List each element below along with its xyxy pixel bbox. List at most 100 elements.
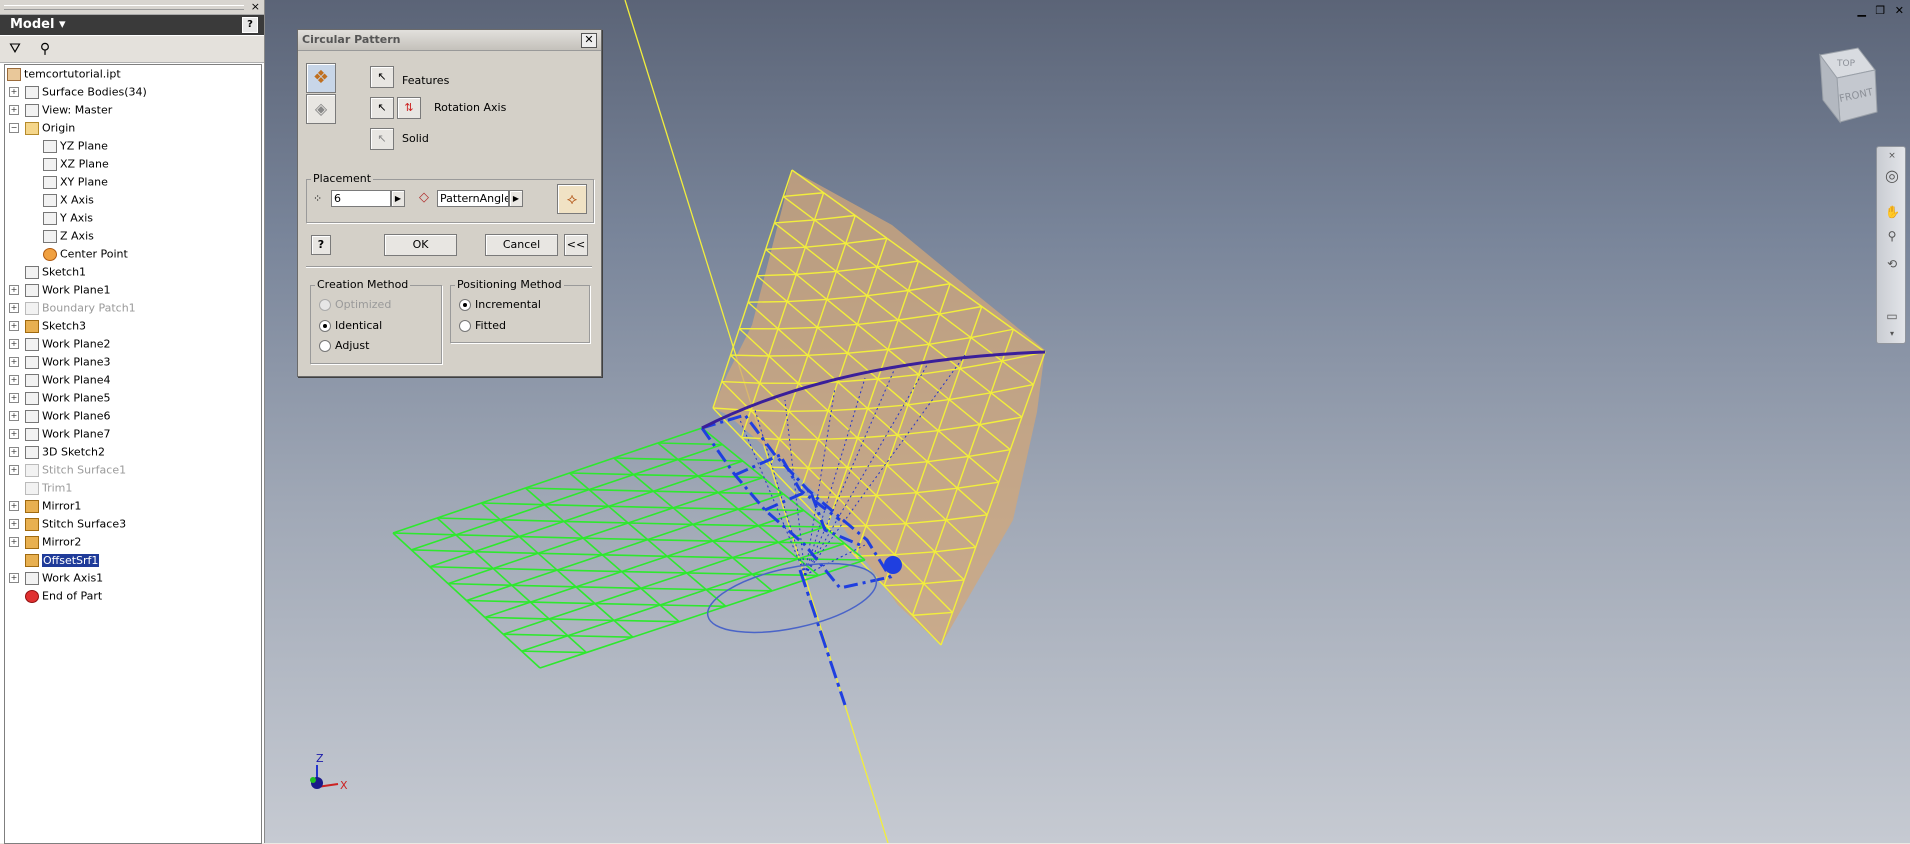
ok-button[interactable]: OK <box>384 234 457 256</box>
mesh-edge <box>713 526 759 541</box>
incremental-radio[interactable] <box>459 299 471 311</box>
angle-dropdown-arrow[interactable]: ▶ <box>509 190 523 207</box>
expand-icon[interactable]: + <box>9 105 19 115</box>
plane-icon <box>25 392 39 405</box>
tree-item-part[interactable]: temcortutorial.ipt <box>7 65 121 82</box>
identical-radio[interactable] <box>319 320 331 332</box>
tree-item-work-plane3[interactable]: Work Plane3 <box>25 353 111 370</box>
expand-icon[interactable]: + <box>9 447 19 457</box>
expand-icon[interactable]: + <box>9 537 19 547</box>
tree-item-work-plane5[interactable]: Work Plane5 <box>25 389 111 406</box>
viewcube[interactable]: TOP FRONT <box>1820 48 1877 122</box>
tree-item-xy-plane[interactable]: XY Plane <box>43 173 108 190</box>
tree-item-y-axis[interactable]: Y Axis <box>43 209 93 226</box>
expand-icon[interactable]: + <box>9 375 19 385</box>
cancel-button[interactable]: Cancel <box>485 234 558 256</box>
tree-item-x-axis[interactable]: X Axis <box>43 191 94 208</box>
tree-item-surface-bodies[interactable]: Surface Bodies(34) <box>25 83 147 100</box>
mesh-edge <box>609 506 674 508</box>
tree-item-work-plane4[interactable]: Work Plane4 <box>25 371 111 388</box>
tree-item-end-of-part[interactable]: End of Part <box>25 587 102 604</box>
occurrence-count-field[interactable]: 6 <box>331 190 391 207</box>
mesh-edge <box>467 601 531 603</box>
flip-direction-button[interactable]: ⇅ <box>397 97 421 119</box>
tree-item-offsetsrf1[interactable]: OffsetSrf1 <box>25 551 99 568</box>
tree-item-work-plane2[interactable]: Work Plane2 <box>25 335 111 352</box>
expand-icon[interactable]: + <box>9 87 19 97</box>
tree-item-xz-plane[interactable]: XZ Plane <box>43 155 109 172</box>
navbar-menu-icon[interactable]: ▾ <box>1885 327 1899 341</box>
restore-icon[interactable]: ❐ <box>1875 4 1885 17</box>
pan-hand-icon[interactable]: ✋ <box>1885 205 1899 219</box>
tree-item-mirror2[interactable]: Mirror2 <box>25 533 81 550</box>
steering-wheel-icon[interactable]: ◎ <box>1885 169 1899 183</box>
minimize-icon[interactable]: ▁ <box>1857 4 1865 17</box>
tree-item-mirror1[interactable]: Mirror1 <box>25 497 81 514</box>
browser-title-dropdown[interactable]: Model ▾ <box>10 17 66 32</box>
browser-help-button[interactable]: ? <box>242 17 258 33</box>
expand-icon[interactable]: + <box>9 501 19 511</box>
pattern-bodies-mode-button[interactable]: ◈ <box>306 94 336 124</box>
browser-titlebar[interactable]: × <box>0 0 264 15</box>
pattern-features-mode-button[interactable]: ❖ <box>306 63 336 93</box>
expand-icon[interactable]: + <box>9 573 19 583</box>
mesh-edge <box>628 523 648 540</box>
pattern-angle-field[interactable]: PatternAngle <box>437 190 509 207</box>
expand-icon[interactable]: + <box>9 393 19 403</box>
tree-item-view[interactable]: View: Master <box>25 101 112 118</box>
rotation-grip-handle[interactable] <box>884 556 902 574</box>
expand-icon[interactable]: + <box>9 465 19 475</box>
find-binoculars-icon[interactable]: ⚲ <box>36 40 54 58</box>
expand-icon[interactable]: + <box>9 429 19 439</box>
rotation-axis-select-button[interactable]: ↖ <box>370 97 394 119</box>
fit-angle-icon: ⟡ <box>567 189 578 208</box>
expand-icon[interactable]: + <box>9 411 19 421</box>
tree-item-boundary-patch1[interactable]: Boundary Patch1 <box>25 299 136 316</box>
look-at-icon[interactable]: ▭ <box>1885 309 1899 323</box>
tree-item-yz-plane[interactable]: YZ Plane <box>43 137 108 154</box>
expand-icon[interactable]: + <box>9 519 19 529</box>
tree-item-work-axis1[interactable]: Work Axis1 <box>25 569 103 586</box>
tree-item-3d-sketch2[interactable]: 3D Sketch2 <box>25 443 105 460</box>
tree-item-z-axis[interactable]: Z Axis <box>43 227 94 244</box>
collapse-icon[interactable]: − <box>9 123 19 133</box>
tree-item-work-plane7[interactable]: Work Plane7 <box>25 425 111 442</box>
filter-icon[interactable]: ⛛ <box>6 40 24 58</box>
expand-icon[interactable]: + <box>9 339 19 349</box>
close-icon[interactable]: ✕ <box>1895 4 1904 17</box>
optimized-radio[interactable] <box>319 299 331 311</box>
dialog-titlebar[interactable]: Circular Pattern ✕ <box>298 30 601 51</box>
expand-icon[interactable]: + <box>9 285 19 295</box>
collapse-options-button[interactable]: << <box>564 234 588 256</box>
adjust-radio[interactable] <box>319 340 331 352</box>
orbit-icon[interactable]: ⟲ <box>1885 257 1899 271</box>
browser-close-button[interactable]: × <box>251 0 260 14</box>
drag-grip[interactable] <box>4 5 244 10</box>
window-controls: ▁ ❐ ✕ <box>1851 4 1904 17</box>
tree-item-work-plane6[interactable]: Work Plane6 <box>25 407 111 424</box>
tree-item-center-point[interactable]: Center Point <box>43 245 128 262</box>
tree-item-work-plane1[interactable]: Work Plane1 <box>25 281 111 298</box>
navbar-close-icon[interactable]: × <box>1885 149 1899 163</box>
zoom-icon[interactable]: ⚲ <box>1885 229 1899 243</box>
dialog-close-button[interactable]: ✕ <box>581 33 597 48</box>
mesh-edge <box>393 533 411 550</box>
count-dropdown-arrow[interactable]: ▶ <box>391 190 405 207</box>
dialog-help-button[interactable]: ? <box>311 235 331 255</box>
tree-item-stitch-surface1[interactable]: Stitch Surface1 <box>25 461 126 478</box>
expand-icon[interactable]: + <box>9 303 19 313</box>
tree-item-sketch3[interactable]: Sketch3 <box>25 317 86 334</box>
tree-item-stitch-surface3[interactable]: Stitch Surface3 <box>25 515 126 532</box>
mesh-edge <box>660 605 726 606</box>
mesh-edge <box>519 537 583 539</box>
expand-icon[interactable]: + <box>9 357 19 367</box>
tree-item-sketch1[interactable]: Sketch1 <box>25 263 86 280</box>
mesh-edge <box>549 619 568 636</box>
tree-item-trim1[interactable]: Trim1 <box>25 479 72 496</box>
tree-item-origin[interactable]: Origin <box>25 119 75 136</box>
fit-within-angle-button[interactable]: ⟡ <box>557 184 587 214</box>
solid-select-button[interactable]: ↖ <box>370 128 394 150</box>
features-select-button[interactable]: ↖ <box>370 66 394 88</box>
expand-icon[interactable]: + <box>9 321 19 331</box>
fitted-radio[interactable] <box>459 320 471 332</box>
